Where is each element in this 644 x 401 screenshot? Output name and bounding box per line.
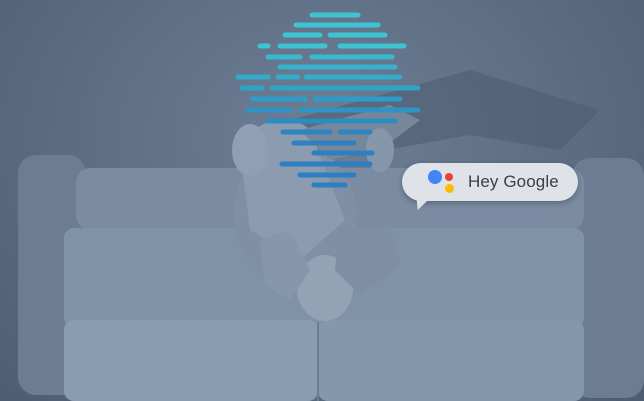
hotword-label: Hey Google: [468, 172, 559, 191]
google-assistant-icon: [428, 170, 460, 196]
assistant-dot-yellow: [445, 184, 454, 193]
assistant-dot-blue: [428, 170, 442, 184]
assistant-dot-red: [445, 173, 453, 181]
sofa-cushion-left: [64, 320, 318, 401]
sofa-cushion-right: [318, 320, 584, 401]
scene: Hey Google: [0, 0, 644, 401]
